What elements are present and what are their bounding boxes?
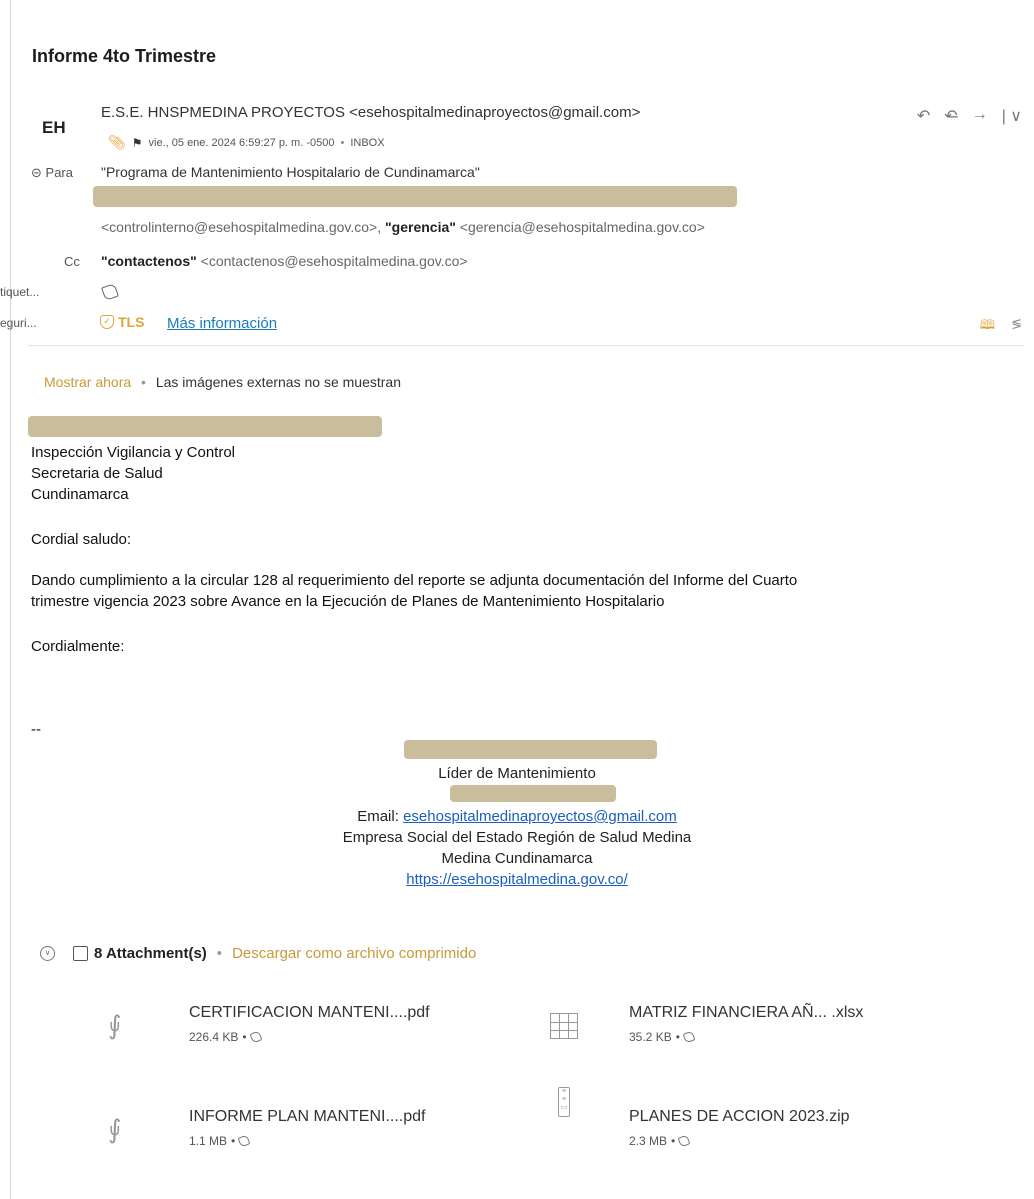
attachments-bar: ∨ 8 Attachment(s) • Descargar como archi…	[40, 945, 476, 962]
tag-icon[interactable]	[677, 1134, 691, 1148]
header-right-icons: 🕮︎ ≶	[980, 316, 1022, 338]
cc-label: Cc	[64, 254, 80, 269]
attachment-size: 226.4 KB	[189, 1030, 239, 1044]
tags-label: tiquet...	[0, 285, 40, 299]
attachment-size: 35.2 KB	[629, 1030, 672, 1044]
email-folder: INBOX	[350, 136, 385, 149]
cc-name: "contactenos"	[101, 253, 197, 269]
signature-city: Medina Cundinamarca	[441, 850, 593, 867]
meta-separator: •	[671, 1134, 676, 1148]
tag-icon[interactable]	[682, 1030, 696, 1044]
download-zip-link[interactable]: Descargar como archivo comprimido	[232, 945, 476, 962]
attachments-count: 8 Attachment(s)	[94, 945, 207, 962]
message-actions: ↶ ↶̶ → | ∨	[917, 106, 1022, 126]
attachment-meta: 2.3 MB •	[629, 1134, 691, 1148]
to-label-row[interactable]: ⊝ Para	[31, 165, 73, 181]
expand-circle-icon[interactable]: ⊝	[31, 165, 42, 180]
body-paragraph-2: trimestre vigencia 2023 sobre Avance en …	[31, 593, 665, 610]
reader-view-icon[interactable]: 🕮︎	[980, 316, 995, 338]
collapse-attachments-icon[interactable]: ∨	[40, 946, 55, 961]
share-icon[interactable]: ≶	[1011, 316, 1022, 338]
tls-label: TLS	[118, 314, 145, 330]
signature-website-link[interactable]: https://esehospitalmedina.gov.co/	[406, 871, 628, 888]
signature-email-label: Email:	[357, 808, 399, 825]
signature-separator: --	[31, 721, 41, 738]
attachments-separator: •	[216, 945, 223, 962]
body-line-secretaria: Secretaria de Salud	[31, 465, 163, 482]
attachment-meta: 1.1 MB •	[189, 1134, 251, 1148]
attachment-name[interactable]: PLANES DE ACCION 2023.zip	[629, 1108, 850, 1126]
select-all-attachments-checkbox[interactable]	[73, 946, 88, 961]
spreadsheet-icon	[550, 1013, 578, 1039]
redacted-signature-phone	[450, 785, 616, 802]
pdf-icon: ⨚	[108, 1010, 122, 1040]
show-images-link[interactable]: Mostrar ahora	[44, 374, 131, 390]
to-name-gerencia[interactable]: "gerencia"	[385, 219, 456, 235]
sender-line[interactable]: E.S.E. HNSPMEDINA PROYECTOS <esehospital…	[101, 104, 640, 121]
attachment-clip-icon: 📎︎	[108, 134, 126, 150]
flag-icon[interactable]: ⚑	[132, 136, 143, 150]
attachment-meta: 226.4 KB •	[189, 1030, 262, 1044]
attachment-meta: 35.2 KB •	[629, 1030, 696, 1044]
cc-recipient[interactable]: "contactenos" <contactenos@esehospitalme…	[101, 253, 468, 269]
shield-check-icon: ✓	[100, 315, 114, 329]
cc-address: <contactenos@esehospitalmedina.gov.co>	[200, 253, 468, 269]
zip-icon: ≡ ≡ ▭	[558, 1087, 570, 1117]
external-images-banner: Mostrar ahora • Las imágenes externas no…	[44, 374, 401, 390]
to-recipients-line: <controlinterno@esehospitalmedina.gov.co…	[101, 219, 705, 235]
tag-icon[interactable]	[249, 1030, 262, 1044]
meta-line: 📎︎ ⚑ vie., 05 ene. 2024 6:59:27 p. m. -0…	[108, 134, 385, 151]
banner-separator: •	[141, 374, 146, 390]
body-paragraph-1: Dando cumplimiento a la circular 128 al …	[31, 572, 798, 589]
tag-icon[interactable]	[237, 1134, 251, 1148]
meta-separator: •	[340, 136, 345, 149]
external-images-message: Las imágenes externas no se muestran	[155, 374, 401, 390]
signature-website-line: https://esehospitalmedina.gov.co/	[0, 869, 1034, 890]
forward-icon[interactable]: →	[972, 106, 988, 126]
pdf-icon: ⨚	[108, 1114, 122, 1144]
to-recipient-1[interactable]: "Programa de Mantenimiento Hospitalario …	[101, 164, 480, 180]
body-line-ivc: Inspección Vigilancia y Control	[31, 444, 236, 461]
signature-email-line: Email: esehospitalmedinaproyectos@gmail.…	[0, 806, 1034, 827]
reply-icon[interactable]: ↶	[917, 106, 930, 126]
attachment-name[interactable]: CERTIFICACION MANTENI....pdf	[189, 1004, 430, 1022]
attachment-name[interactable]: MATRIZ FINANCIERA AÑ... .xlsx	[629, 1004, 863, 1022]
attachment-name[interactable]: INFORME PLAN MANTENI....pdf	[189, 1108, 425, 1126]
redacted-recipients	[93, 186, 737, 207]
signature-role: Líder de Mantenimiento	[438, 765, 596, 782]
body-greeting: Cordial saludo:	[31, 531, 132, 548]
header-divider	[28, 345, 1024, 346]
signature-email-link[interactable]: esehospitalmedinaproyectos@gmail.com	[403, 808, 677, 825]
security-label: eguri...	[0, 316, 37, 330]
body-line-cundinamarca: Cundinamarca	[31, 486, 129, 503]
signature-org: Empresa Social del Estado Región de Salu…	[342, 829, 692, 846]
meta-separator: •	[675, 1030, 680, 1044]
email-date: vie., 05 ene. 2024 6:59:27 p. m. -0500	[148, 136, 335, 149]
reply-all-icon[interactable]: ↶̶	[944, 106, 957, 126]
to-label: Para	[45, 165, 73, 180]
meta-separator: •	[231, 1134, 236, 1148]
redacted-recipient-name	[28, 416, 382, 437]
redacted-signature-name	[404, 740, 657, 759]
email-subject: Informe 4to Trimestre	[32, 46, 217, 66]
attachment-size: 2.3 MB	[629, 1134, 668, 1148]
more-chevron-icon[interactable]: | ∨	[1002, 106, 1022, 126]
tls-badge: ✓ TLS	[100, 314, 144, 330]
meta-separator: •	[242, 1030, 247, 1044]
body-closing: Cordialmente:	[31, 638, 125, 655]
to-address-gerencia[interactable]: <gerencia@esehospitalmedina.gov.co>	[460, 219, 705, 235]
more-info-link[interactable]: Más información	[167, 315, 277, 332]
to-address-controlinterno[interactable]: <controlinterno@esehospitalmedina.gov.co…	[101, 219, 381, 235]
sender-avatar: EH	[42, 118, 66, 137]
attachment-size: 1.1 MB	[189, 1134, 228, 1148]
